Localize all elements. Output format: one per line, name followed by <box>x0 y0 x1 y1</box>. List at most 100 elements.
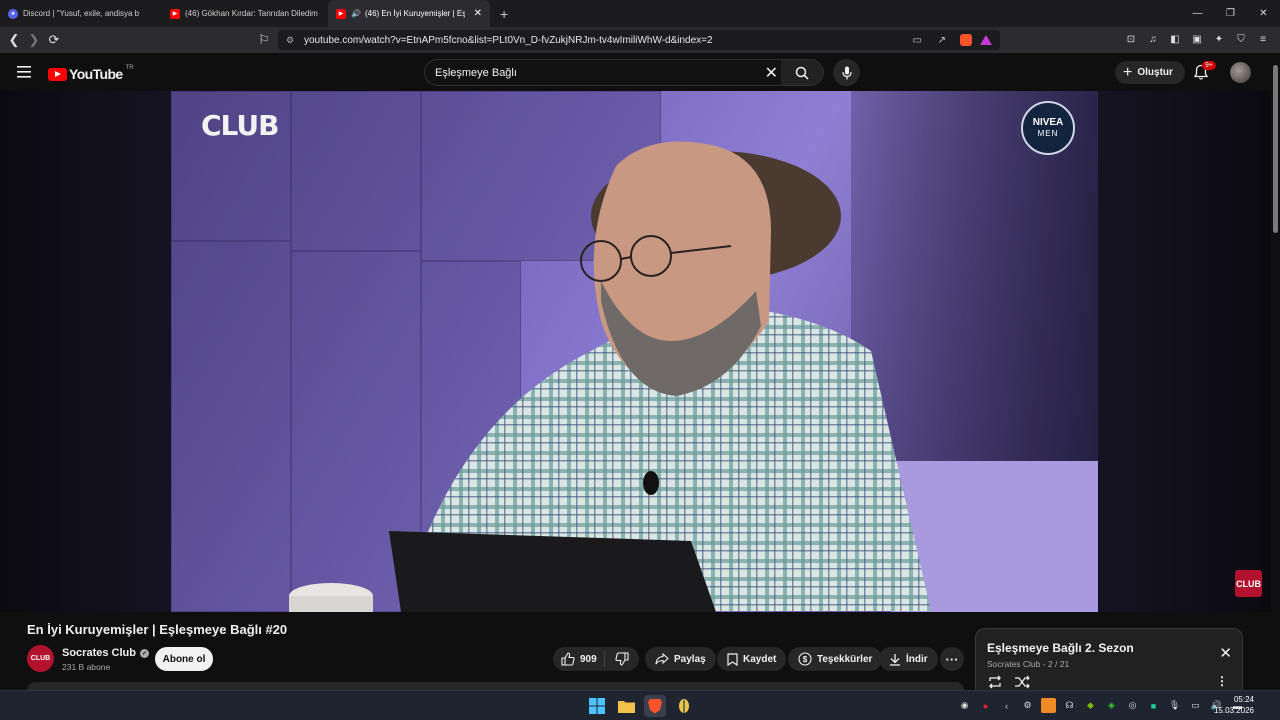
extension-icons: ⊡ ♫ ◧ ▣ ✦ ⛉ ≡ <box>1124 32 1270 46</box>
channel-name-row[interactable]: Socrates Club ✓ <box>62 647 149 659</box>
brave-shields-icon[interactable] <box>960 34 972 46</box>
download-icon <box>890 653 900 666</box>
sponsor-name: NIVEA <box>1032 117 1064 128</box>
browser-tab-strip: ● Discord | "Yusuf, exile, andisya b ▶ (… <box>0 0 1280 27</box>
loop-icon[interactable] <box>987 675 1003 689</box>
file-explorer-icon[interactable] <box>615 695 637 717</box>
subscribe-button[interactable]: Abone ol <box>155 647 213 671</box>
forward-button[interactable]: ❯ <box>24 30 44 50</box>
tab-youtube-gokhan[interactable]: ▶ (46) Gökhan Kırdar: Tanrıdan Diledim <box>162 0 328 27</box>
nivea-men-logo: NIVEA MEN <box>1021 101 1075 155</box>
taskbar-clock[interactable]: 05:24 15.03.2026 <box>1214 694 1254 716</box>
tray-headset-icon[interactable]: ☊ <box>1062 698 1077 713</box>
back-button[interactable]: ❮ <box>4 30 24 50</box>
taskbar-apps <box>586 695 695 717</box>
svg-text:$: $ <box>803 655 808 664</box>
tray-network-icon[interactable]: ▭ <box>1188 698 1203 713</box>
bookmark-icon[interactable]: ⚐ <box>254 30 274 50</box>
restore-button[interactable]: ❐ <box>1214 0 1247 27</box>
minimize-button[interactable]: — <box>1181 0 1214 27</box>
playlist-title[interactable]: Eşleşmeye Bağlı 2. Sezon <box>987 641 1134 655</box>
account-avatar[interactable] <box>1230 62 1251 83</box>
shuffle-icon[interactable] <box>1014 675 1030 689</box>
tray-green-icon[interactable]: ◈ <box>1104 698 1119 713</box>
channel-watermark-badge[interactable]: CLUB <box>1235 570 1262 597</box>
tray-nvidia-icon[interactable]: ◆ <box>1083 698 1098 713</box>
video-frame[interactable]: CLUB NIVEA MEN <box>171 91 1098 612</box>
share-button[interactable]: Paylaş <box>645 647 716 671</box>
windows-start-icon[interactable] <box>586 695 608 717</box>
menu-icon[interactable]: ≡ <box>1256 32 1270 46</box>
search-query: Eşleşmeye Bağlı <box>435 66 517 79</box>
tray-app-icon[interactable]: ◉ <box>957 698 972 713</box>
brave-browser-icon[interactable] <box>644 695 666 717</box>
close-tab-icon[interactable]: ✕ <box>474 8 482 19</box>
discord-icon: ● <box>8 8 18 19</box>
create-button[interactable]: + Oluştur <box>1115 61 1185 84</box>
tray-security-icon[interactable]: ■ <box>1146 698 1161 713</box>
wallet-icon[interactable]: ▣ <box>1190 32 1204 46</box>
sponsor-sub: MEN <box>1037 129 1059 138</box>
share-label: Paylaş <box>674 653 706 665</box>
like-button[interactable]: 909 <box>553 651 605 667</box>
channel-avatar[interactable]: CLUB <box>27 645 54 672</box>
new-tab-button[interactable]: + <box>500 6 508 22</box>
playlist-menu-icon[interactable]: ⋮ <box>1216 674 1228 688</box>
tray-gear-icon[interactable]: ⚙ <box>1020 698 1035 713</box>
vpn-shield-icon[interactable]: ⛉ <box>1234 32 1248 46</box>
close-window-button[interactable]: ✕ <box>1247 0 1280 27</box>
music-icon[interactable]: ♫ <box>1146 32 1160 46</box>
tray-orange-app-icon[interactable] <box>1041 698 1056 713</box>
tray-record-icon[interactable]: ● <box>978 698 993 713</box>
tray-steam-icon[interactable]: ◎ <box>1125 698 1140 713</box>
leo-ai-icon[interactable]: ✦ <box>1212 32 1226 46</box>
page-scrollbar[interactable] <box>1271 53 1280 690</box>
brave-rewards-icon[interactable] <box>980 35 992 45</box>
voice-search-button[interactable] <box>833 59 860 86</box>
speaker-icon: 🔊 <box>351 9 361 18</box>
like-count: 909 <box>580 653 597 665</box>
tray-back-icon[interactable]: ‹ <box>999 698 1014 713</box>
browser-toolbar: ❮ ❯ ⟳ ⚐ ⚙ youtube.com/watch?v=EtnAPm5fcn… <box>0 27 1280 53</box>
youtube-wordmark: YouTube <box>69 66 123 82</box>
like-dislike-group: 909 <box>553 647 639 671</box>
search-input[interactable]: Eşleşmeye Bağlı ✕ <box>424 59 824 86</box>
channel-name[interactable]: Socrates Club <box>62 647 136 659</box>
thanks-label: Teşekkürler <box>817 653 873 665</box>
clear-search-icon[interactable]: ✕ <box>765 63 778 83</box>
address-bar[interactable]: ⚙ youtube.com/watch?v=EtnAPm5fcno&list=P… <box>278 30 1000 50</box>
subscriber-count: 231 B abone <box>62 662 111 672</box>
tab-label: Discord | "Yusuf, exile, andisya b <box>23 9 140 18</box>
search-icon <box>795 66 809 80</box>
notifications-button[interactable]: 9+ <box>1193 61 1216 82</box>
cast-icon[interactable]: ▭ <box>913 35 922 46</box>
sidebar-icon[interactable]: ◧ <box>1168 32 1182 46</box>
screenshot-icon[interactable]: ⊡ <box>1124 32 1138 46</box>
youtube-logo[interactable]: YouTube TR <box>48 65 134 82</box>
youtube-header: YouTube TR Eşleşmeye Bağlı ✕ + Oluştur 9… <box>0 53 1280 91</box>
app-icon-leaf[interactable] <box>673 695 695 717</box>
thanks-button[interactable]: $ Teşekkürler <box>788 647 883 671</box>
hamburger-menu-icon[interactable] <box>17 66 31 78</box>
share-icon[interactable]: ↗ <box>938 35 946 46</box>
search-button[interactable] <box>781 60 823 85</box>
site-info-icon[interactable]: ⚙ <box>286 35 294 46</box>
youtube-play-icon <box>48 67 67 81</box>
club-watermark: CLUB <box>201 109 279 142</box>
reload-button[interactable]: ⟳ <box>44 30 64 50</box>
presenter-figure <box>289 141 931 612</box>
close-playlist-icon[interactable]: ✕ <box>1219 644 1232 662</box>
scrollbar-thumb[interactable] <box>1273 65 1278 233</box>
save-label: Kaydet <box>743 653 777 665</box>
download-label: İndir <box>906 653 928 665</box>
clock-time: 05:24 <box>1233 695 1254 704</box>
tab-youtube-active[interactable]: ▶ 🔊 (46) En İyi Kuruyemişler | Eşle ✕ <box>328 0 490 27</box>
tab-discord[interactable]: ● Discord | "Yusuf, exile, andisya b <box>0 0 162 27</box>
save-button[interactable]: Kaydet <box>717 647 787 671</box>
share-arrow-icon <box>655 653 669 665</box>
video-player[interactable]: CLUB NIVEA MEN CLUB <box>0 91 1271 612</box>
dislike-button[interactable] <box>605 652 639 666</box>
download-button[interactable]: İndir <box>879 647 938 671</box>
tray-mic-icon[interactable]: 🎙 <box>1167 698 1182 713</box>
more-actions-button[interactable]: ··· <box>940 647 964 671</box>
